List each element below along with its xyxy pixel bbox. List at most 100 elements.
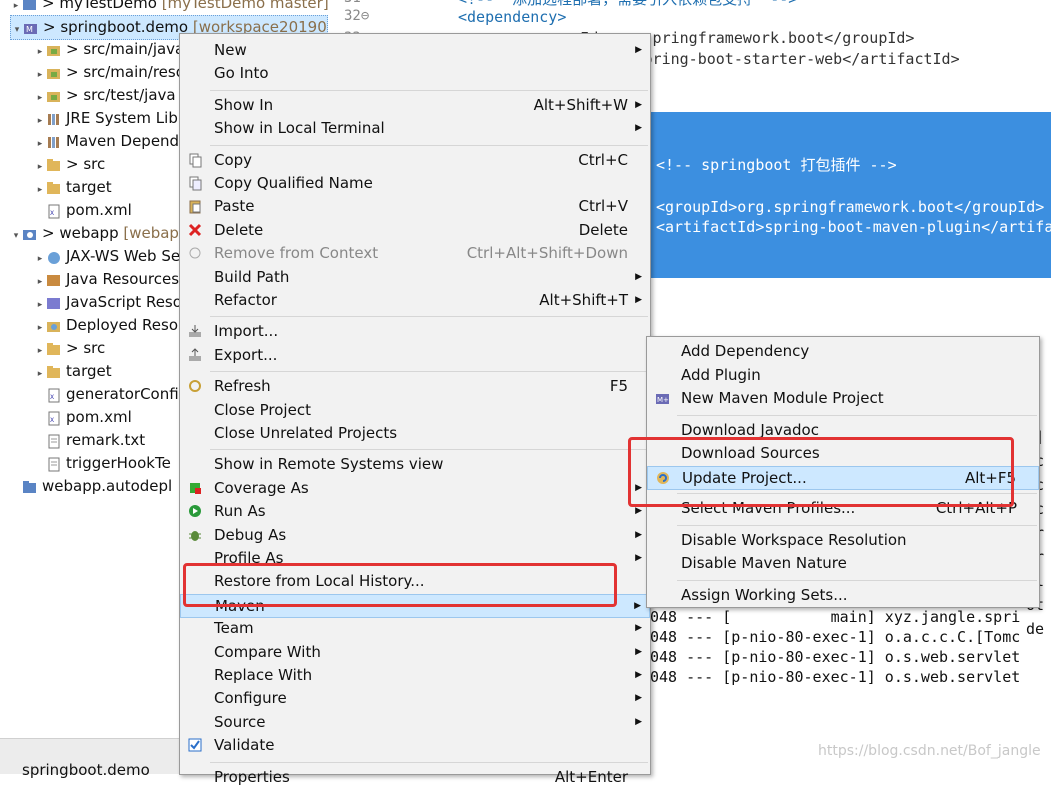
- menu-item-add-plugin[interactable]: Add Plugin: [647, 364, 1039, 386]
- menu-item-copy-qualified-name[interactable]: Copy Qualified Name: [180, 172, 650, 194]
- menu-item-refactor[interactable]: Refactor Alt+Shift+T ▶: [180, 289, 650, 311]
- submenu-arrow-icon: ▶: [635, 99, 642, 110]
- menu-item-close-unrelated-projects[interactable]: Close Unrelated Projects: [180, 422, 650, 444]
- menu-item-show-in-remote-systems-view[interactable]: Show in Remote Systems view: [180, 453, 650, 475]
- tree-item[interactable]: ▸ > src: [34, 337, 106, 360]
- menu-separator: [677, 524, 1037, 526]
- menu-item-shortcut: Ctrl+C: [578, 150, 628, 169]
- tree-item[interactable]: ▸ Maven Depend: [34, 130, 179, 153]
- menu-item-configure[interactable]: Configure ▶: [180, 687, 650, 709]
- menu-item-coverage-as[interactable]: Coverage As ▶: [180, 477, 650, 499]
- tree-item-label: pom.xml: [66, 201, 132, 219]
- tree-item[interactable]: remark.txt: [34, 429, 145, 452]
- menu-item-shortcut: Alt+Shift+W: [533, 95, 628, 114]
- menu-item-new[interactable]: New ▶: [180, 39, 650, 61]
- menu-item-close-project[interactable]: Close Project: [180, 399, 650, 421]
- menu-item-team[interactable]: Team ▶: [180, 617, 650, 639]
- menu-item-show-in[interactable]: Show In Alt+Shift+W ▶: [180, 94, 650, 116]
- library-icon: [46, 112, 62, 126]
- tree-item[interactable]: ▸ JavaScript Reso: [34, 291, 182, 314]
- menu-item-new-maven-module-project[interactable]: M+ New Maven Module Project: [647, 387, 1039, 409]
- code-line: <artifactId>spring-boot-maven-plugin</ar…: [656, 218, 1051, 236]
- tree-item[interactable]: ▸ JAX-WS Web Se: [34, 245, 180, 268]
- menu-item-label: Validate: [214, 736, 275, 755]
- tree-item-label: > src/test/java: [66, 86, 176, 104]
- menu-item-label: Go Into: [214, 64, 269, 83]
- tree-item[interactable]: ▸ Deployed Reso: [34, 314, 178, 337]
- menu-item-remove-from-context[interactable]: Remove from Context Ctrl+Alt+Shift+Down: [180, 242, 650, 264]
- menu-item-copy[interactable]: Copy Ctrl+C: [180, 149, 650, 171]
- tree-item[interactable]: Xpom.xml: [34, 199, 132, 222]
- menu-item-show-in-local-terminal[interactable]: Show in Local Terminal ▶: [180, 117, 650, 139]
- code-line: <dependency>: [458, 8, 567, 26]
- tree-item[interactable]: ▸ > myTestDemo [myTestDemo master]: [10, 0, 329, 15]
- tree-item[interactable]: ▸ JRE System Libr: [34, 107, 184, 130]
- folder-icon: [46, 181, 62, 195]
- menu-item-label: New: [214, 41, 247, 59]
- menu-item-debug-as[interactable]: Debug As ▶: [180, 524, 650, 546]
- expand-arrow-icon[interactable]: ▾: [11, 19, 23, 42]
- submenu-arrow-icon: ▶: [634, 600, 641, 611]
- menu-item-assign-working-sets[interactable]: Assign Working Sets...: [647, 584, 1039, 606]
- webservice-icon: [46, 250, 62, 264]
- tree-item-label: > webapp: [42, 224, 119, 242]
- svg-text:M+: M+: [657, 396, 669, 404]
- menu-item-label: Team: [214, 619, 254, 638]
- tree-item-label: Maven Depend: [66, 132, 180, 150]
- menu-item-label: Add Dependency: [681, 342, 810, 360]
- paste-icon: [188, 199, 202, 214]
- menu-item-refresh[interactable]: Refresh F5: [180, 375, 650, 397]
- menu-item-source[interactable]: Source ▶: [180, 711, 650, 733]
- menu-item-delete[interactable]: Delete Delete: [180, 219, 650, 241]
- menu-item-shortcut: Ctrl+V: [578, 197, 628, 216]
- tree-item[interactable]: triggerHookTe: [34, 452, 171, 475]
- menu-item-paste[interactable]: Paste Ctrl+V: [180, 195, 650, 217]
- menu-item-build-path[interactable]: Build Path ▶: [180, 266, 650, 288]
- expand-arrow-icon[interactable]: ▾: [10, 225, 22, 248]
- menu-item-add-dependency[interactable]: Add Dependency: [647, 340, 1039, 362]
- menu-item-export[interactable]: Export...: [180, 344, 650, 366]
- tree-item[interactable]: ▸ target: [34, 360, 112, 383]
- export-icon: [188, 348, 202, 362]
- menu-item-import[interactable]: Import...: [180, 320, 650, 342]
- menu-item-label: Add Plugin: [681, 365, 761, 384]
- menu-item-validate[interactable]: Validate: [180, 734, 650, 756]
- menu-item-properties[interactable]: Properties Alt+Enter: [180, 766, 650, 788]
- selected-code-block[interactable]: <!-- springboot 打包插件 --> <groupId>org.sp…: [650, 112, 1051, 278]
- menu-item-label: Remove from Context: [214, 244, 379, 263]
- menu-separator: [210, 316, 648, 318]
- tree-item[interactable]: ▸ > src/test/java: [34, 84, 176, 107]
- tree-item[interactable]: webapp.autodepl: [10, 475, 172, 498]
- tree-item[interactable]: XgeneratorConfi: [34, 383, 179, 406]
- maven-project-icon: M: [23, 21, 39, 35]
- menu-item-label: Import...: [214, 322, 279, 341]
- tree-item[interactable]: ▸ > src/main/reso: [34, 61, 185, 84]
- tree-item[interactable]: ▸ target: [34, 176, 112, 199]
- project-icon: [22, 480, 38, 494]
- menu-item-label: Refresh: [214, 377, 271, 396]
- code-line: <!-- springboot 打包插件 -->: [656, 156, 897, 174]
- tree-item[interactable]: Xpom.xml: [34, 406, 132, 429]
- console-line: 048 --- [p-nio-80-exec-1] o.a.c.c.C.[Tom…: [650, 628, 1021, 646]
- submenu-arrow-icon: ▶: [635, 646, 642, 657]
- tree-item-label: Deployed Reso: [66, 316, 179, 334]
- java-resources-icon: [46, 273, 62, 287]
- menu-item-disable-workspace-resolution[interactable]: Disable Workspace Resolution: [647, 529, 1039, 551]
- tree-item[interactable]: ▸ Java Resources: [34, 268, 179, 291]
- menu-item-label: Properties: [214, 767, 290, 786]
- xml-file-icon: X: [46, 204, 62, 218]
- source-folder-icon: [46, 66, 62, 80]
- check-icon: [188, 738, 202, 752]
- tree-item[interactable]: ▾ > webapp [webap: [10, 222, 179, 245]
- menu-item-go-into[interactable]: Go Into: [180, 62, 650, 84]
- remove-context-icon: [188, 246, 202, 260]
- menu-item-replace-with[interactable]: Replace With ▶: [180, 664, 650, 686]
- submenu-arrow-icon: ▶: [635, 529, 642, 540]
- menu-item-compare-with[interactable]: Compare With ▶: [180, 641, 650, 663]
- console-line: 048 --- [ main] xyz.jangle.spri: [650, 608, 1021, 626]
- menu-item-shortcut: Ctrl+Alt+Shift+Down: [466, 244, 628, 263]
- menu-item-disable-maven-nature[interactable]: Disable Maven Nature: [647, 552, 1039, 574]
- tree-item[interactable]: ▸ > src: [34, 153, 106, 176]
- tree-item[interactable]: ▸ > src/main/java: [34, 38, 185, 61]
- menu-item-run-as[interactable]: Run As ▶: [180, 500, 650, 522]
